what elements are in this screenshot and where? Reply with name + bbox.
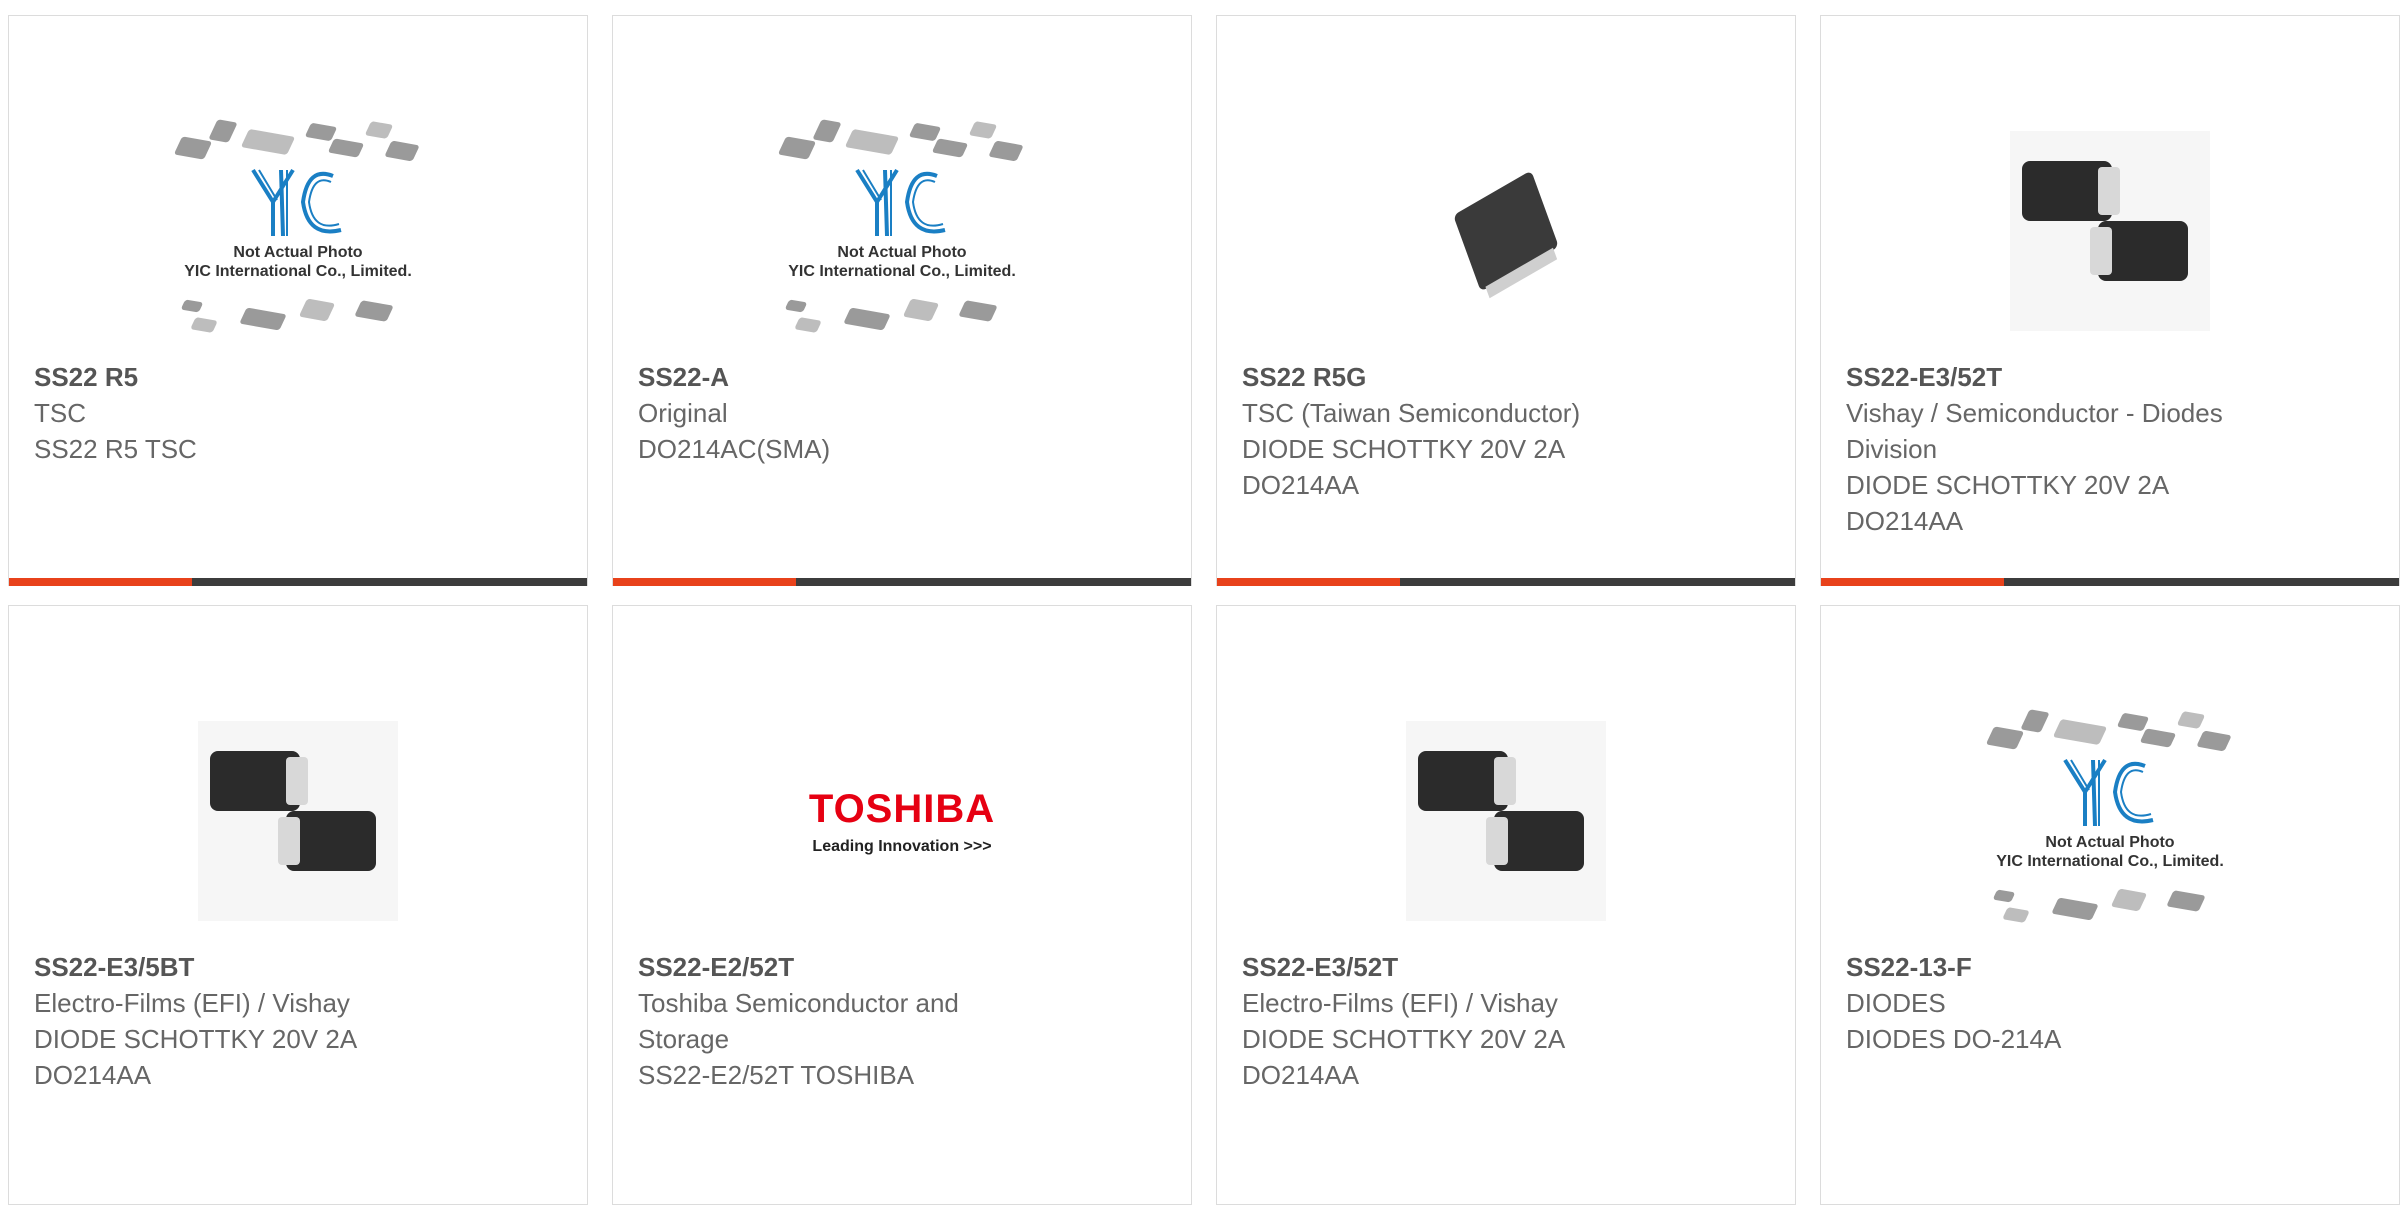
product-image[interactable]: TOSHIBA Leading Innovation >>> bbox=[732, 686, 1072, 956]
toshiba-tagline: Leading Innovation >>> bbox=[812, 837, 992, 855]
card-bottom-bar bbox=[1217, 578, 1795, 586]
product-card[interactable]: Not Actual Photo YIC International Co., … bbox=[612, 15, 1192, 586]
card-bottom-bar bbox=[9, 578, 587, 586]
part-number-link[interactable]: SS22 R5 bbox=[34, 359, 547, 395]
part-number-link[interactable]: SS22-E3/5BT bbox=[34, 949, 547, 985]
manufacturer-cont: Division bbox=[1846, 434, 1938, 464]
yic-logo-icon bbox=[251, 168, 342, 237]
product-card[interactable]: SS22-E3/52T Vishay / Semiconductor - Dio… bbox=[1820, 15, 2400, 586]
placeholder-company: YIC International Co., Limited. bbox=[788, 263, 1016, 280]
product-image-placeholder[interactable]: Not Actual Photo YIC International Co., … bbox=[732, 96, 1072, 366]
yic-logo-icon bbox=[2063, 758, 2154, 827]
manufacturer: DIODES bbox=[1846, 988, 1946, 1018]
description: SS22 R5 TSC bbox=[34, 434, 197, 464]
diode-pair-image bbox=[1406, 721, 1606, 921]
toshiba-logo: TOSHIBA Leading Innovation >>> bbox=[809, 787, 995, 856]
description: DIODE SCHOTTKY 20V 2A bbox=[1242, 1024, 1566, 1054]
description: DIODE SCHOTTKY 20V 2A bbox=[1242, 434, 1566, 464]
product-card[interactable]: SS22-E3/52T Electro-Films (EFI) / Vishay… bbox=[1216, 605, 1796, 1205]
product-image-placeholder[interactable]: Not Actual Photo YIC International Co., … bbox=[1940, 686, 2280, 956]
product-image[interactable] bbox=[1336, 96, 1676, 366]
placeholder-text: Not Actual Photo bbox=[837, 244, 967, 261]
package: DO214AA bbox=[1242, 470, 1360, 500]
manufacturer: TSC bbox=[34, 398, 86, 428]
manufacturer: Toshiba Semiconductor and bbox=[638, 988, 959, 1018]
placeholder-text: Not Actual Photo bbox=[233, 244, 363, 261]
package: DO214AA bbox=[1242, 1060, 1360, 1090]
product-image[interactable] bbox=[128, 686, 468, 956]
part-number-link[interactable]: SS22-E3/52T bbox=[1242, 949, 1755, 985]
diode-pair-image bbox=[198, 721, 398, 921]
card-bottom-bar bbox=[1821, 578, 2399, 586]
yic-logo-icon bbox=[855, 168, 946, 237]
product-image-placeholder[interactable]: Not Actual Photo YIC International Co., … bbox=[128, 96, 468, 366]
product-card[interactable]: TOSHIBA Leading Innovation >>> SS22-E2/5… bbox=[612, 605, 1192, 1205]
manufacturer: Original bbox=[638, 398, 728, 428]
manufacturer: Electro-Films (EFI) / Vishay bbox=[34, 988, 350, 1018]
product-card[interactable]: Not Actual Photo YIC International Co., … bbox=[8, 15, 588, 586]
part-number-link[interactable]: SS22-A bbox=[638, 359, 1151, 395]
description: SS22-E2/52T TOSHIBA bbox=[638, 1060, 915, 1090]
product-card[interactable]: Not Actual Photo YIC International Co., … bbox=[1820, 605, 2400, 1205]
description: DIODES DO-214A bbox=[1846, 1024, 2062, 1054]
product-card[interactable]: SS22-E3/5BT Electro-Films (EFI) / Vishay… bbox=[8, 605, 588, 1205]
product-card[interactable]: SS22 R5G TSC (Taiwan Semiconductor) DIOD… bbox=[1216, 15, 1796, 586]
toshiba-logo-text: TOSHIBA bbox=[808, 786, 996, 831]
part-number-link[interactable]: SS22-E2/52T bbox=[638, 949, 1151, 985]
diode-image bbox=[1453, 170, 1559, 292]
package: DO214AA bbox=[34, 1060, 152, 1090]
part-number-link[interactable]: SS22-13-F bbox=[1846, 949, 2359, 985]
placeholder-text: Not Actual Photo bbox=[2045, 834, 2175, 851]
diode-pair-image bbox=[2010, 131, 2210, 331]
manufacturer: Vishay / Semiconductor - Diodes bbox=[1846, 398, 2223, 428]
placeholder-company: YIC International Co., Limited. bbox=[1996, 853, 2224, 870]
manufacturer-cont: Storage bbox=[638, 1024, 730, 1054]
card-bottom-bar bbox=[613, 578, 1191, 586]
product-image[interactable] bbox=[1940, 96, 2280, 366]
product-image[interactable] bbox=[1336, 686, 1676, 956]
manufacturer: Electro-Films (EFI) / Vishay bbox=[1242, 988, 1558, 1018]
placeholder-company: YIC International Co., Limited. bbox=[184, 263, 412, 280]
manufacturer: TSC (Taiwan Semiconductor) bbox=[1242, 398, 1581, 428]
part-number-link[interactable]: SS22-E3/52T bbox=[1846, 359, 2359, 395]
description: DIODE SCHOTTKY 20V 2A bbox=[1846, 470, 2170, 500]
description: DIODE SCHOTTKY 20V 2A bbox=[34, 1024, 358, 1054]
description: DO214AC(SMA) bbox=[638, 434, 831, 464]
part-number-link[interactable]: SS22 R5G bbox=[1242, 359, 1755, 395]
package: DO214AA bbox=[1846, 506, 1964, 536]
